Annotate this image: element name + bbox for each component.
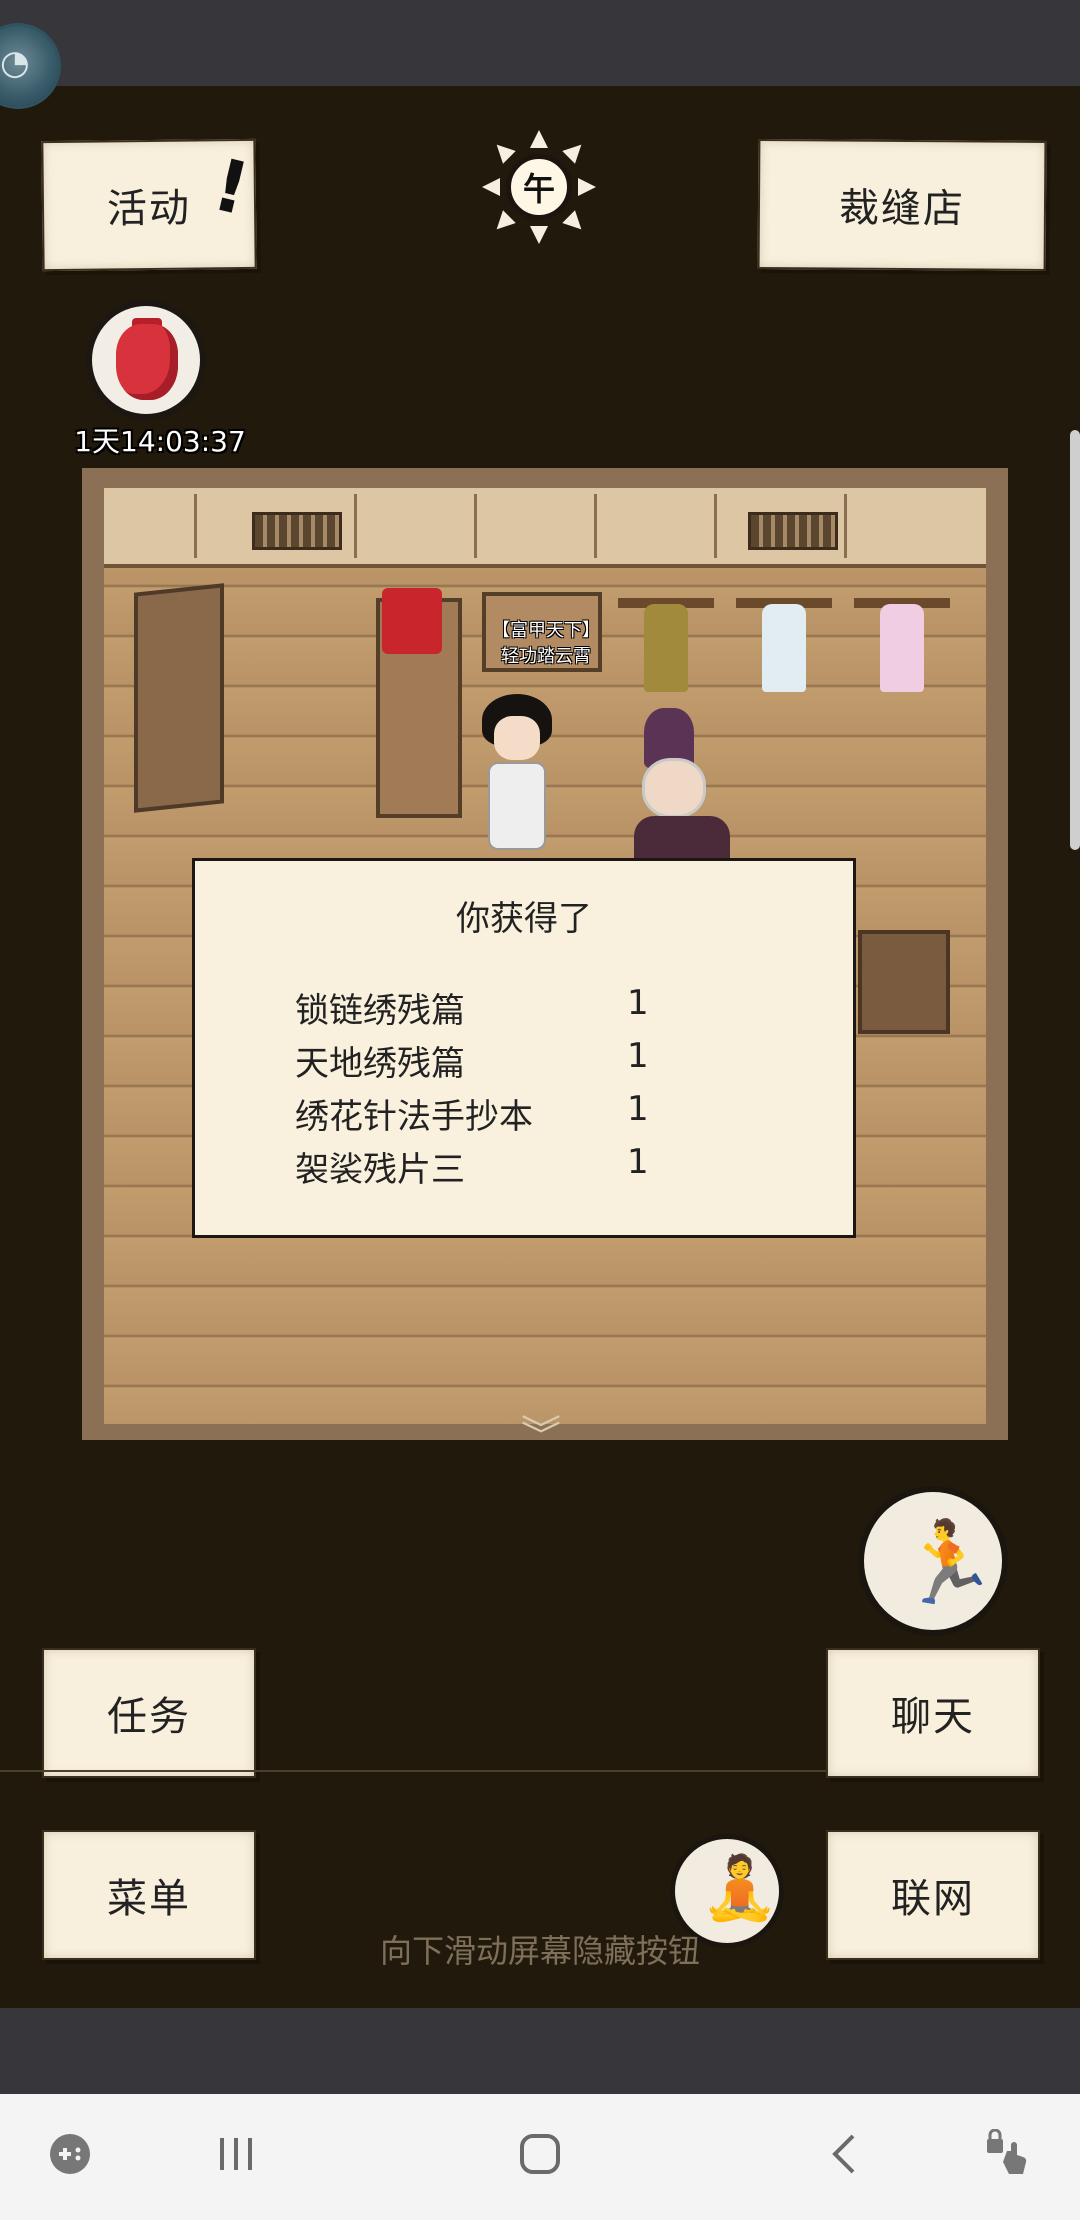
time-of-day-indicator: 午 bbox=[482, 130, 596, 244]
divider bbox=[0, 1770, 826, 1772]
reward-item-qty: 1 bbox=[627, 1089, 649, 1129]
reward-item-qty: 1 bbox=[627, 1036, 649, 1076]
tailor-shop-label: 裁缝店 bbox=[838, 185, 966, 233]
reward-dialog[interactable]: 你获得了 锁链绣残篇 1 天地绣残篇 1 绣花针法手抄本 1 袈裟残片三 1 bbox=[192, 858, 856, 1238]
activity-label: 活动 bbox=[106, 185, 192, 233]
dialog-title: 你获得了 bbox=[456, 899, 592, 939]
reward-item: 锁链绣残篇 1 bbox=[295, 983, 765, 1035]
red-fabric bbox=[382, 588, 442, 654]
shop-sign: 【富甲天下】 轻功踏云霄 bbox=[492, 620, 600, 667]
running-icon: 🏃 bbox=[898, 1516, 998, 1609]
chevron-down-icon[interactable]: ︾ bbox=[506, 1416, 576, 1456]
activity-button[interactable]: 活动 ! bbox=[41, 138, 260, 272]
wooden-crate bbox=[858, 930, 950, 1034]
game-launcher-icon[interactable] bbox=[40, 2124, 100, 2184]
reward-item-name: 绣花针法手抄本 bbox=[295, 1097, 533, 1137]
reward-item: 绣花针法手抄本 1 bbox=[295, 1089, 765, 1141]
chat-button[interactable]: 聊天 bbox=[826, 1648, 1040, 1778]
bookshelf bbox=[134, 583, 224, 813]
reward-item-name: 锁链绣残篇 bbox=[295, 991, 465, 1031]
pink-robe-display[interactable] bbox=[854, 592, 950, 692]
meditation-icon: 🧘 bbox=[701, 1851, 779, 1924]
status-bar bbox=[0, 0, 1080, 86]
red-bag-icon bbox=[116, 324, 178, 400]
assistant-icon: ◔ bbox=[0, 43, 30, 83]
shop-wall bbox=[104, 488, 986, 568]
home-icon[interactable] bbox=[510, 2124, 570, 2184]
hide-buttons-hint: 向下滑动屏幕隐藏按钮 bbox=[379, 1932, 700, 1970]
chat-label: 聊天 bbox=[891, 1694, 975, 1740]
reward-item-name: 天地绣残篇 bbox=[295, 1044, 465, 1084]
tailor-npc[interactable] bbox=[624, 708, 734, 876]
reward-item-qty: 1 bbox=[627, 1142, 649, 1182]
reward-item: 袈裟残片三 1 bbox=[295, 1142, 765, 1194]
network-label: 联网 bbox=[891, 1876, 975, 1922]
sun-icon: 午 bbox=[506, 154, 572, 220]
system-navigation-bar bbox=[0, 2094, 1080, 2220]
tailor-shop-button[interactable]: 裁缝店 bbox=[757, 138, 1047, 272]
window-vent bbox=[252, 512, 342, 550]
time-of-day-char: 午 bbox=[522, 170, 555, 208]
menu-label: 菜单 bbox=[107, 1876, 191, 1922]
reward-item-qty: 1 bbox=[627, 983, 649, 1023]
task-label: 任务 bbox=[107, 1694, 191, 1740]
armor-display[interactable] bbox=[618, 592, 714, 692]
recent-apps-icon[interactable] bbox=[206, 2124, 266, 2184]
edge-panel-handle[interactable] bbox=[1070, 430, 1080, 850]
sprint-button[interactable]: 🏃 bbox=[858, 1486, 1008, 1636]
red-bag-event-button[interactable] bbox=[86, 300, 206, 420]
bottom-bar bbox=[0, 2008, 1080, 2094]
touch-lock-icon[interactable] bbox=[978, 2124, 1038, 2184]
task-button[interactable]: 任务 bbox=[42, 1648, 256, 1778]
reward-item: 天地绣残篇 1 bbox=[295, 1036, 765, 1088]
window-vent bbox=[748, 512, 838, 550]
white-robe-display[interactable] bbox=[736, 592, 832, 692]
alert-icon: ! bbox=[205, 142, 260, 233]
back-icon[interactable] bbox=[814, 2124, 874, 2184]
event-timer: 1天14:03:37 bbox=[74, 425, 246, 458]
player-character bbox=[482, 694, 552, 864]
reward-item-name: 袈裟残片三 bbox=[295, 1150, 465, 1190]
